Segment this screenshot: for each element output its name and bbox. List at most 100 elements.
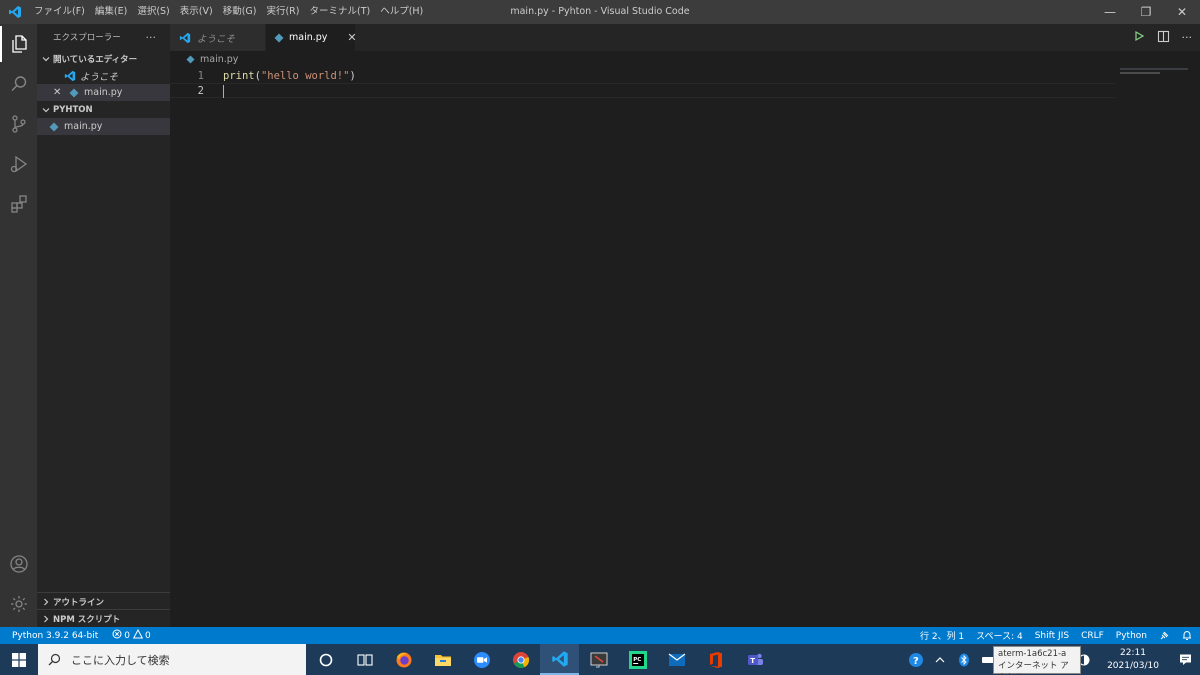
search-icon[interactable] [0, 66, 37, 102]
search-icon [48, 653, 61, 666]
vscode-logo-icon [0, 0, 30, 24]
code-line[interactable]: 1 print("hello world!") [170, 68, 1115, 83]
chevron-right-icon [41, 598, 51, 606]
screen-snip-icon[interactable] [579, 644, 618, 675]
chevron-down-icon [41, 55, 51, 63]
office-icon[interactable] [696, 644, 735, 675]
open-editor-item-welcome[interactable]: ようこそ [37, 67, 170, 84]
settings-gear-icon[interactable] [0, 586, 37, 622]
minimap[interactable] [1120, 72, 1160, 74]
close-editor-icon[interactable]: ✕ [53, 87, 65, 98]
title-bar: ファイル(F) 編集(E) 選択(S) 表示(V) 移動(G) 実行(R) ター… [0, 0, 1200, 24]
breadcrumb-file[interactable]: main.py [200, 54, 238, 65]
split-editor-icon[interactable] [1157, 30, 1170, 46]
taskbar-apps: PC T [306, 644, 774, 675]
window-controls: — ❐ ✕ [1092, 0, 1200, 24]
search-placeholder: ここに入力して検索 [71, 653, 170, 667]
menu-bar: ファイル(F) 編集(E) 選択(S) 表示(V) 移動(G) 実行(R) ター… [30, 0, 429, 24]
tab-welcome[interactable]: ようこそ [170, 24, 266, 51]
tray-chevron-up-icon[interactable] [928, 644, 952, 675]
menu-run[interactable]: 実行(R) [262, 0, 303, 24]
open-editor-item-main[interactable]: ✕ main.py [37, 84, 170, 101]
account-icon[interactable] [0, 546, 37, 582]
outline-section[interactable]: アウトライン [37, 592, 170, 610]
folder-label: PYHTON [53, 104, 93, 115]
windows-start-icon[interactable] [0, 644, 38, 675]
code-editor[interactable]: 1 print("hello world!") 2 [170, 68, 1200, 627]
tooltip-network-status: インターネット アクセス [998, 661, 1069, 675]
explorer-icon[interactable] [0, 26, 37, 62]
end-of-line[interactable]: CRLF [1081, 631, 1104, 641]
bluetooth-icon[interactable] [952, 644, 976, 675]
mail-icon[interactable] [657, 644, 696, 675]
task-view-icon[interactable] [345, 644, 384, 675]
close-tab-icon[interactable]: ✕ [347, 31, 356, 44]
menu-terminal[interactable]: ターミナル(T) [305, 0, 374, 24]
cursor-position[interactable]: 行 2、列 1 [920, 629, 964, 642]
file-label: main.py [64, 121, 103, 132]
taskbar-search-input[interactable]: ここに入力して検索 [38, 644, 306, 675]
tab-main-py[interactable]: main.py ✕ [266, 24, 357, 51]
npm-scripts-section[interactable]: NPM スクリプト [37, 609, 170, 627]
status-bar: Python 3.9.2 64-bit 0 0 行 2、列 1 スペース: 4 … [0, 627, 1200, 644]
run-debug-icon[interactable] [0, 146, 37, 182]
warning-icon [132, 628, 144, 642]
source-control-icon[interactable] [0, 106, 37, 142]
explorer-header: エクスプローラー ··· [37, 24, 170, 50]
token-paren: ) [349, 69, 356, 82]
notifications-bell-icon[interactable] [1182, 630, 1192, 641]
firefox-icon[interactable] [384, 644, 423, 675]
file-item-main[interactable]: main.py [37, 118, 170, 135]
python-interpreter[interactable]: Python 3.9.2 64-bit [12, 631, 98, 641]
taskbar-clock[interactable]: 22:11 2021/03/10 [1096, 647, 1170, 673]
clock-time: 22:11 [1120, 647, 1146, 658]
restore-button[interactable]: ❐ [1128, 0, 1164, 24]
menu-view[interactable]: 表示(V) [176, 0, 217, 24]
more-actions-icon[interactable]: ··· [1182, 31, 1193, 44]
feedback-icon[interactable] [1159, 630, 1170, 641]
python-file-icon [47, 122, 61, 132]
svg-text:T: T [750, 656, 755, 664]
minimize-button[interactable]: — [1092, 0, 1128, 24]
breadcrumb[interactable]: main.py [170, 51, 238, 68]
chrome-icon[interactable] [501, 644, 540, 675]
menu-help[interactable]: ヘルプ(H) [376, 0, 427, 24]
pycharm-icon[interactable]: PC [618, 644, 657, 675]
vscode-taskbar-icon[interactable] [540, 644, 579, 675]
warning-count: 0 [145, 630, 151, 641]
menu-file[interactable]: ファイル(F) [30, 0, 89, 24]
folder-section[interactable]: PYHTON [37, 101, 170, 118]
svg-text:PC: PC [633, 657, 641, 663]
open-editors-label: 開いているエディター [53, 54, 138, 65]
zoom-icon[interactable] [462, 644, 501, 675]
extensions-icon[interactable] [0, 186, 37, 222]
code-line-current[interactable]: 2 [170, 83, 1115, 98]
open-editor-label: main.py [84, 87, 123, 98]
language-mode[interactable]: Python [1116, 631, 1147, 641]
menu-go[interactable]: 移動(G) [219, 0, 261, 24]
python-file-icon [67, 88, 81, 98]
text-cursor [223, 85, 224, 98]
run-file-icon[interactable] [1133, 30, 1145, 45]
explorer-more-button[interactable]: ··· [146, 31, 157, 44]
minimap-slider[interactable] [1120, 68, 1188, 70]
network-tooltip: aterm-1a6c21-a インターネット アクセス [993, 646, 1081, 675]
line-number: 1 [197, 69, 204, 82]
action-center-icon[interactable] [1170, 644, 1200, 675]
problems-indicator[interactable]: 0 0 [112, 628, 151, 642]
indentation[interactable]: スペース: 4 [976, 629, 1023, 642]
teams-icon[interactable]: T [735, 644, 774, 675]
code-text: print("hello world!") [223, 70, 356, 82]
menu-edit[interactable]: 編集(E) [91, 0, 131, 24]
help-icon[interactable]: ? [904, 644, 928, 675]
menu-selection[interactable]: 選択(S) [133, 0, 173, 24]
close-window-button[interactable]: ✕ [1164, 0, 1200, 24]
cortana-icon[interactable] [306, 644, 345, 675]
file-encoding[interactable]: Shift JIS [1035, 631, 1069, 641]
vscode-file-icon [63, 70, 77, 82]
npm-scripts-label: NPM スクリプト [53, 614, 121, 625]
activity-bar [0, 24, 37, 627]
open-editors-section[interactable]: 開いているエディター [37, 50, 170, 67]
file-explorer-icon[interactable] [423, 644, 462, 675]
tab-label: main.py [289, 32, 328, 43]
